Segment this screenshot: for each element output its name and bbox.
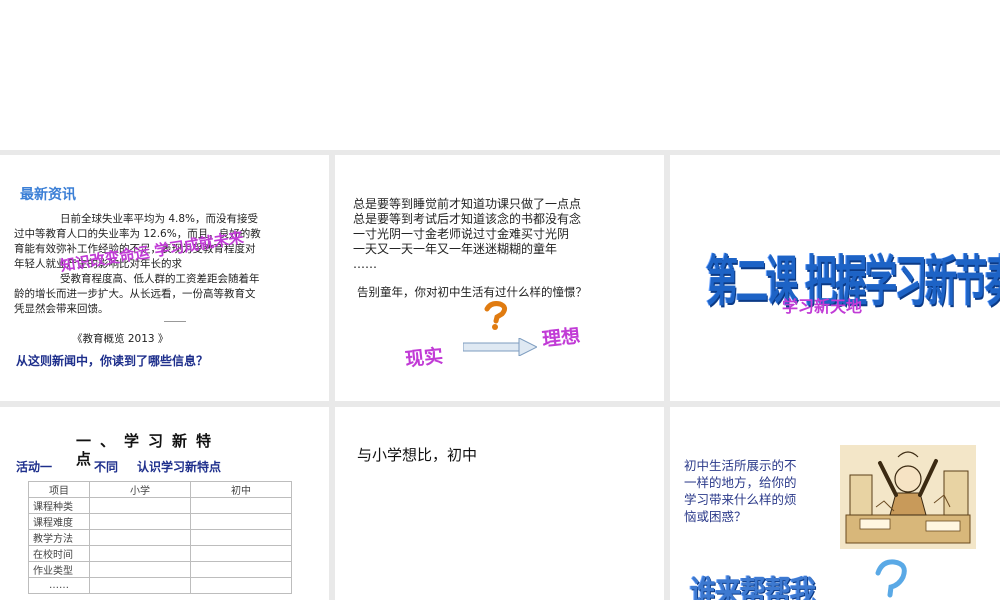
slide1-heading: 最新资讯	[20, 187, 76, 203]
slide-thumbnail-2[interactable]: 总是要等到睡觉前才知道功课只做了一点点 总是要等到考试后才知道该念的书都没有念 …	[335, 155, 664, 401]
table-cell: 在校时间	[28, 545, 90, 562]
slide2-ideal-wordart: 理想	[541, 325, 582, 351]
table-cell: 作业类型	[28, 561, 90, 578]
table-cell: 教学方法	[28, 529, 90, 546]
poem-line: 一寸光阴一寸金老师说过寸金难买寸光阴	[353, 227, 570, 241]
slide2-question: 告别童年，你对初中生活有过什么样的憧憬？	[357, 285, 587, 299]
arrow-icon	[462, 337, 539, 360]
table-header-row: 项目 小学 初中	[28, 481, 292, 498]
slide6-question: 初中生活所展示的不 一样的地方，给你的 学习带来什么样的烦 恼或困惑？	[684, 457, 826, 525]
slide-thumbnail-1[interactable]: 最新资讯 日前全球失业率平均为 4.8%，而没有接受 过中等教育人口的失业率为 …	[0, 155, 329, 401]
slide2-reality-wordart: 现实	[404, 345, 445, 371]
slide1-para-line: 龄的增长而进一步扩大。从长远看，一份高等教育文	[14, 288, 256, 300]
slide1-para-line: 日前全球失业率平均为 4.8%，而没有接受	[60, 213, 259, 225]
slide-thumbnail-3[interactable]: 第二课 把握学习新节奏 学习新天地	[670, 155, 1000, 401]
slide1-question: 从这则新闻中，你读到了哪些信息？	[16, 354, 209, 368]
slide4-activity: 活动一	[16, 460, 53, 474]
table-row: 教学方法	[28, 529, 292, 546]
slide6-question-line: 一样的地方，给你的	[684, 475, 797, 490]
poem-line: ……	[353, 257, 377, 271]
poem-line: 一天又一天一年又一年迷迷糊糊的童年	[353, 242, 558, 256]
question-mark-icon	[481, 301, 511, 335]
slide3-subtitle: 学习新天地	[782, 297, 863, 316]
slide6-question-line: 学习带来什么样的烦	[684, 492, 797, 507]
slide-thumbnail-4[interactable]: 一、学习新特点 活动一 不同 认识学习新特点 项目 小学 初中 课程种类 课程难…	[0, 407, 329, 600]
poem-line: 总是要等到考试后才知道该念的书都没有念	[353, 212, 582, 226]
table-header-cell: 小学	[89, 481, 191, 498]
poem-line: 总是要等到睡觉前才知道功课只做了一点点	[353, 197, 582, 211]
slide4-activity-desc: 认识学习新特点	[137, 460, 222, 474]
top-blank-area	[0, 0, 1000, 150]
slide6-question-line: 初中生活所展示的不	[684, 458, 797, 473]
table-row: 作业类型	[28, 561, 292, 578]
slide2-poem: 总是要等到睡觉前才知道功课只做了一点点 总是要等到考试后才知道该念的书都没有念 …	[353, 197, 581, 272]
slide1-para-line: 受教育程度高、低人群的工资差距会随着年	[60, 273, 260, 285]
table-header-cell: 初中	[190, 481, 292, 498]
slide1-source: 《教育概览 2013 》	[72, 333, 169, 345]
table-cell: ……	[28, 577, 90, 594]
table-cell: 课程种类	[28, 497, 90, 514]
slide-thumbnail-6[interactable]: 初中生活所展示的不 一样的地方，给你的 学习带来什么样的烦 恼或困惑？ 谁来帮帮…	[670, 407, 1000, 600]
slide6-question-line: 恼或困惑？	[684, 509, 747, 524]
slide1-para-line: 凭显然会带来回馈。	[14, 303, 109, 315]
table-row: 课程难度	[28, 513, 292, 530]
table-header-cell: 项目	[28, 481, 90, 498]
slide4-activity-sub: 不同	[94, 460, 119, 474]
table-row: 课程种类	[28, 497, 292, 514]
table-row: ……	[28, 577, 292, 594]
slide1-source-rule	[164, 321, 186, 322]
comparison-table: 项目 小学 初中 课程种类 课程难度 教学方法 在校时间 作业类型 ……	[28, 481, 292, 594]
slide-thumbnail-5[interactable]: 与小学想比，初中	[335, 407, 664, 600]
slide5-text: 与小学想比，初中	[357, 446, 478, 464]
question-mark-icon	[870, 559, 914, 600]
slide6-wordart: 谁来帮帮我	[690, 574, 816, 600]
table-cell: 课程难度	[28, 513, 90, 530]
table-row: 在校时间	[28, 545, 292, 562]
stressed-student-illustration	[840, 445, 976, 549]
